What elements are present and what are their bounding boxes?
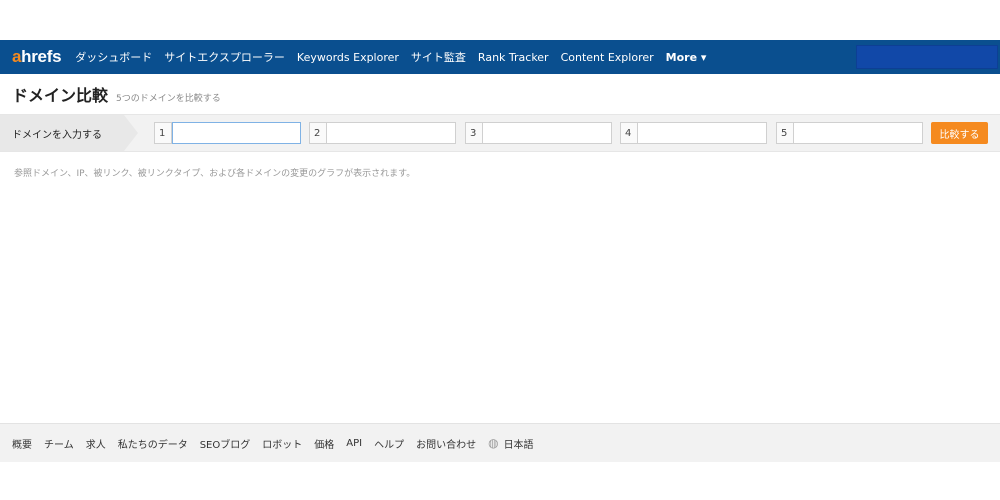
ahrefs-logo[interactable]: ahrefs — [12, 47, 62, 67]
domain-input-group-4: 4 — [620, 122, 767, 144]
nav-rank-tracker[interactable]: Rank Tracker — [478, 51, 549, 64]
footer-link-pricing[interactable]: 価格 — [314, 436, 334, 451]
footer-link-help[interactable]: ヘルプ — [374, 436, 404, 451]
domain-input-2[interactable] — [327, 122, 456, 144]
footer-link-overview[interactable]: 概要 — [12, 436, 32, 451]
domain-input-1[interactable] — [172, 122, 301, 144]
language-selector[interactable]: 日本語 — [504, 436, 534, 451]
compare-button[interactable]: 比較する — [931, 122, 988, 144]
description-text: 参照ドメイン、IP、被リンク、被リンクタイプ、および各ドメインの変更のグラフが表… — [14, 169, 416, 179]
footer-link-jobs[interactable]: 求人 — [86, 436, 106, 451]
nav-keywords-explorer[interactable]: Keywords Explorer — [297, 51, 399, 64]
top-navigation: ahrefs ダッシュボード サイトエクスプローラー Keywords Expl… — [0, 40, 1000, 74]
nav-site-explorer[interactable]: サイトエクスプローラー — [164, 49, 285, 65]
nav-site-audit[interactable]: サイト監査 — [411, 49, 466, 65]
nav-content-explorer[interactable]: Content Explorer — [561, 51, 654, 64]
domain-number: 2 — [309, 122, 327, 144]
footer: 概要 チーム 求人 私たちのデータ SEOブログ ロボット 価格 API ヘルプ… — [0, 423, 1000, 462]
domain-number: 5 — [776, 122, 794, 144]
footer-link-our-data[interactable]: 私たちのデータ — [118, 436, 188, 451]
domain-input-3[interactable] — [483, 122, 612, 144]
domain-input-5[interactable] — [794, 122, 923, 144]
footer-link-contact[interactable]: お問い合わせ — [416, 436, 476, 451]
domain-input-group-1: 1 — [154, 122, 301, 144]
domain-input-4[interactable] — [638, 122, 767, 144]
nav-more-dropdown[interactable]: More ▾ — [666, 51, 707, 64]
enter-domains-label: ドメインを入力する — [0, 115, 138, 151]
footer-link-api[interactable]: API — [346, 438, 362, 449]
domain-input-group-3: 3 — [465, 122, 612, 144]
page-subtitle: 5つのドメインを比較する — [116, 94, 221, 104]
domain-input-bar: ドメインを入力する 1 2 3 4 5 比較する — [0, 114, 1000, 152]
domain-input-group-5: 5 — [776, 122, 923, 144]
footer-link-seo-blog[interactable]: SEOブログ — [200, 436, 251, 451]
domain-number: 1 — [154, 122, 172, 144]
nav-search-box[interactable] — [856, 45, 998, 69]
domain-number: 3 — [465, 122, 483, 144]
page-header: ドメイン比較 5つのドメインを比較する — [12, 82, 221, 106]
domain-input-group-2: 2 — [309, 122, 456, 144]
footer-link-robot[interactable]: ロボット — [262, 436, 302, 451]
nav-dashboard[interactable]: ダッシュボード — [75, 49, 152, 65]
globe-icon[interactable]: ◍ — [488, 436, 498, 450]
footer-link-team[interactable]: チーム — [44, 436, 74, 451]
domain-number: 4 — [620, 122, 638, 144]
page-title: ドメイン比較 — [12, 86, 109, 105]
